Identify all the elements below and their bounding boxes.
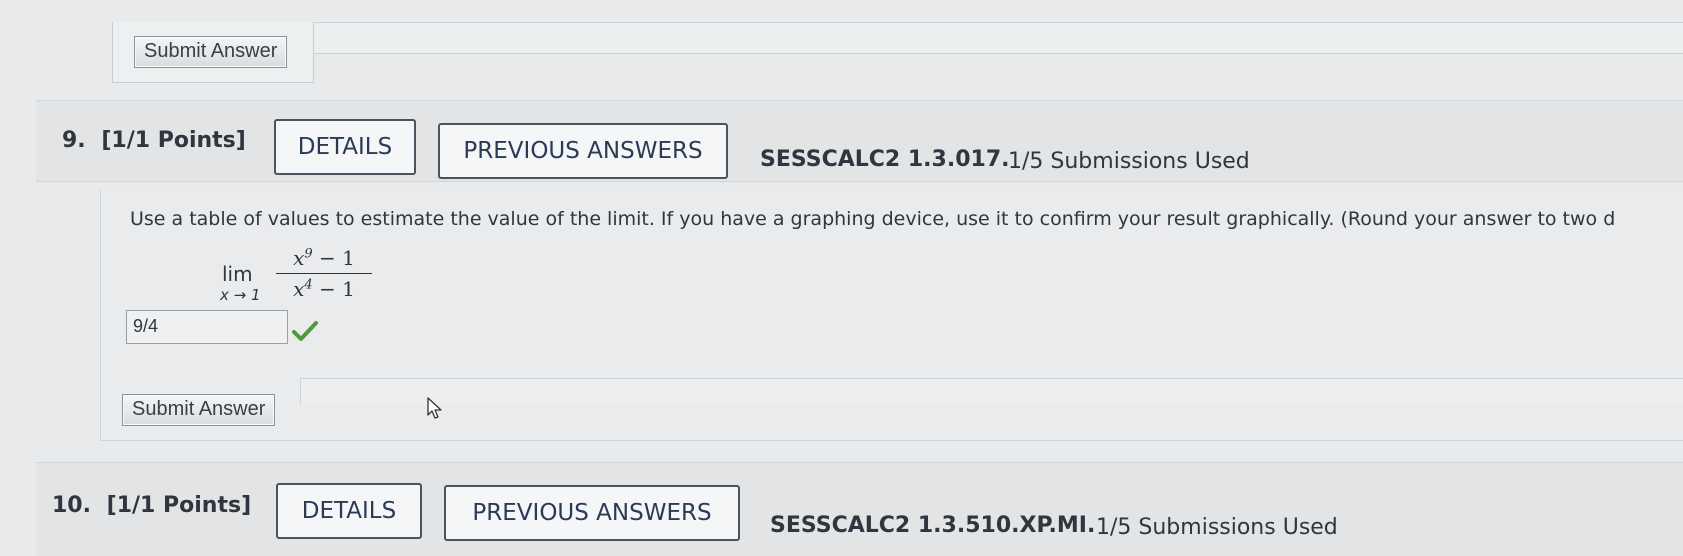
question-9-number: 9. [1/1 Points] bbox=[62, 128, 246, 153]
question-number: 9. bbox=[62, 128, 86, 153]
submit-answer-button-q8[interactable]: Submit Answer bbox=[134, 36, 288, 68]
previous-answers-button-q10[interactable]: PREVIOUS ANSWERS bbox=[444, 485, 740, 541]
details-button-q9[interactable]: DETAILS bbox=[274, 119, 416, 175]
top-panel-divider bbox=[312, 22, 1683, 54]
question-9-header: 9. [1/1 Points] DETAILS PREVIOUS ANSWERS… bbox=[36, 100, 1683, 182]
check-icon bbox=[292, 321, 318, 341]
limit-fraction: x9 − 1 x4 − 1 bbox=[276, 246, 372, 301]
answer-input-q9[interactable]: 9/4 bbox=[126, 310, 288, 344]
webassign-page: Submit Answer 9. [1/1 Points] DETAILS PR… bbox=[0, 0, 1683, 556]
limit-subscript: x → 1 bbox=[220, 286, 261, 304]
question-points: [1/1 Points] bbox=[101, 128, 246, 153]
fraction-numerator: x9 − 1 bbox=[276, 246, 372, 274]
question-10-header: 10. [1/1 Points] DETAILS PREVIOUS ANSWER… bbox=[36, 462, 1683, 556]
question-9-instruction: Use a table of values to estimate the va… bbox=[130, 208, 1616, 230]
question-9-submissions: 1/5 Submissions Used bbox=[1008, 149, 1250, 174]
question-9-footer-divider bbox=[300, 378, 1683, 405]
fraction-denominator: x4 − 1 bbox=[293, 277, 355, 301]
limit-operator: lim bbox=[222, 262, 253, 286]
mouse-cursor-icon bbox=[427, 397, 442, 419]
question-10-submissions: 1/5 Submissions Used bbox=[1096, 515, 1338, 540]
question-10-code: SESSCALC2 1.3.510.XP.MI. bbox=[770, 513, 1096, 538]
question-9-code: SESSCALC2 1.3.017. bbox=[760, 147, 1010, 172]
submit-answer-button-q9[interactable]: Submit Answer bbox=[122, 394, 276, 426]
question-points: [1/1 Points] bbox=[106, 493, 252, 518]
previous-answers-button-q9[interactable]: PREVIOUS ANSWERS bbox=[438, 123, 728, 179]
question-number: 10. bbox=[52, 493, 91, 518]
details-button-q10[interactable]: DETAILS bbox=[276, 483, 422, 539]
question-10-number: 10. [1/1 Points] bbox=[52, 493, 251, 518]
